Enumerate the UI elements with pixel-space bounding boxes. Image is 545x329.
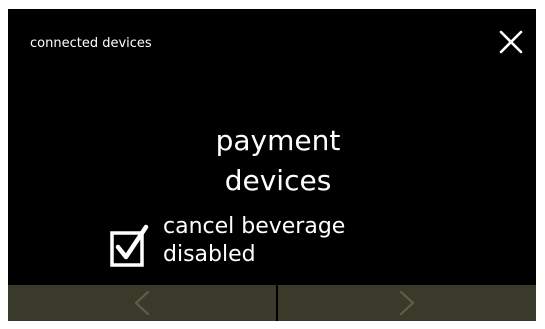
chevron-left-icon (134, 290, 150, 316)
page-title: connected devices (30, 36, 152, 51)
option-label: cancel beverage disabled (163, 214, 346, 267)
checkbox-checked-icon[interactable] (108, 223, 152, 271)
chevron-right-icon (399, 290, 415, 316)
next-button[interactable] (278, 285, 536, 321)
cancel-beverage-option[interactable]: cancel beverage disabled (104, 213, 424, 273)
section-title: payment devices (215, 124, 341, 197)
close-button[interactable] (496, 27, 526, 57)
device-screen: connected devices payment devices cancel… (8, 9, 536, 321)
previous-button[interactable] (8, 285, 276, 321)
footer-nav (8, 285, 536, 321)
close-icon (499, 30, 523, 54)
